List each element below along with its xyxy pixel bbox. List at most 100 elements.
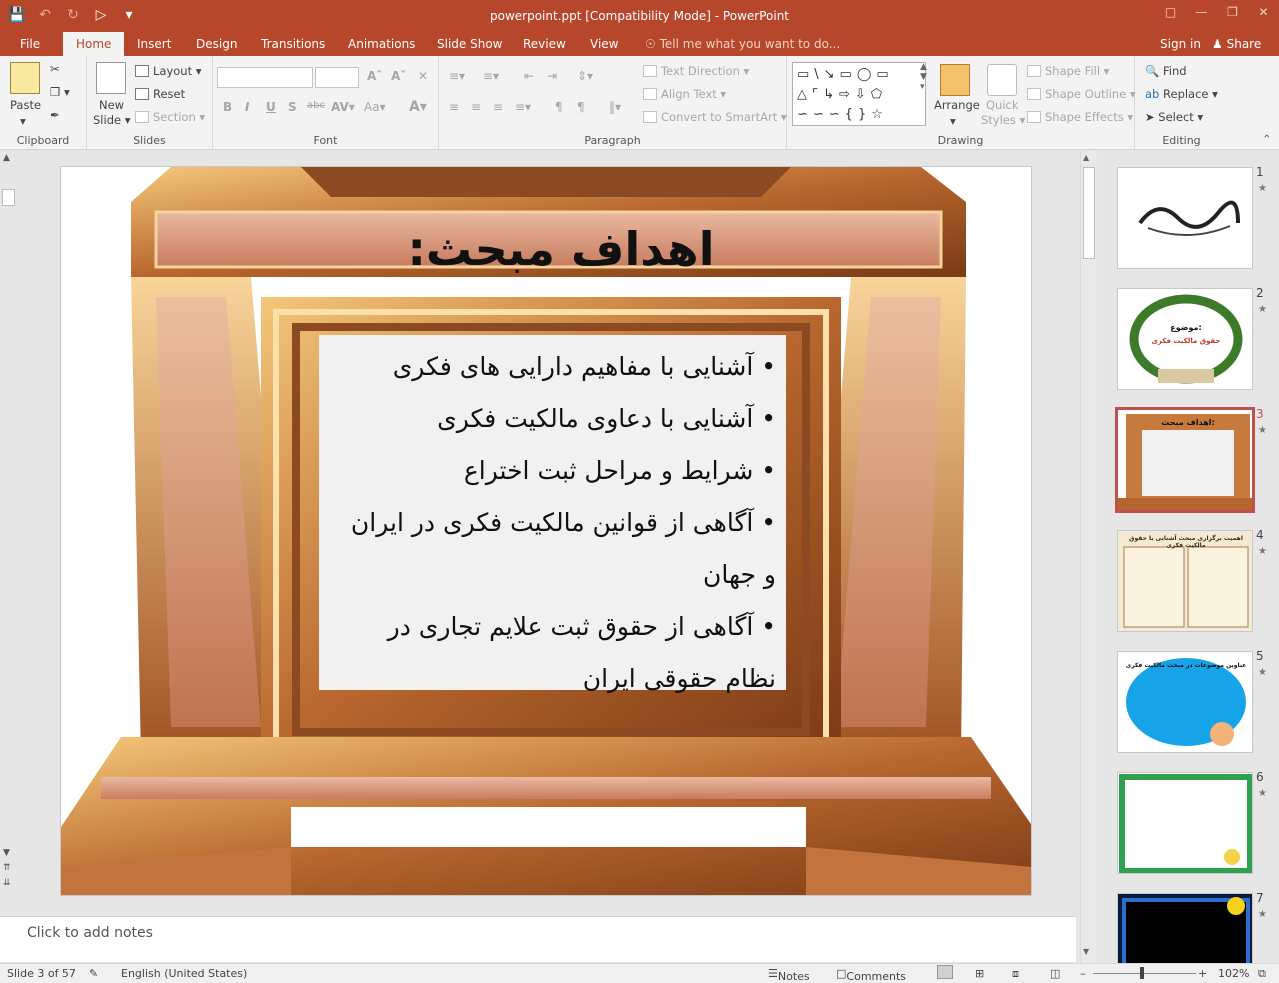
slide-thumbnail-2[interactable]: موضوع: حقوق مالکیت فکری (1117, 288, 1253, 390)
font-name-input[interactable] (217, 67, 313, 88)
left-scroll-thumb[interactable] (2, 189, 15, 206)
zoom-out-icon[interactable]: – (1080, 967, 1086, 980)
character-spacing-icon[interactable]: AV▾ (331, 100, 355, 114)
notes-toggle[interactable]: ☰ Notes (768, 967, 810, 983)
paste-dropdown-icon[interactable]: ▾ (20, 114, 26, 128)
clear-formatting-icon[interactable]: ✕ (418, 69, 428, 83)
scrollbar-thumb[interactable] (1083, 167, 1095, 259)
text-direction-button[interactable]: Text Direction ▾ (643, 64, 749, 78)
current-slide[interactable]: اهداف مبحث: • آشنایی با مفاهیم دارایی ها… (60, 166, 1032, 896)
tab-home[interactable]: Home (63, 32, 125, 56)
tab-view[interactable]: View (590, 32, 618, 56)
slide-thumbnail-7[interactable] (1117, 893, 1253, 963)
arrange-dropdown-icon[interactable]: ▾ (950, 114, 956, 128)
find-button[interactable]: 🔍 Find (1145, 64, 1187, 78)
previous-slide-icon[interactable]: ⇈ (3, 863, 11, 873)
font-size-input[interactable] (315, 67, 359, 88)
minimize-icon[interactable]: — (1186, 0, 1217, 26)
normal-view-icon[interactable] (937, 965, 953, 979)
scrollbar-down-icon[interactable]: ▼ (1083, 947, 1089, 956)
layout-button[interactable]: Layout ▾ (135, 64, 202, 78)
shape-outline-button[interactable]: Shape Outline ▾ (1027, 87, 1136, 101)
arrange-button[interactable]: Arrange (934, 98, 980, 112)
slide-show-icon[interactable]: ◫ (1050, 967, 1060, 980)
new-slide-icon[interactable] (96, 62, 126, 94)
close-icon[interactable]: ✕ (1248, 0, 1279, 26)
tab-insert[interactable]: Insert (137, 32, 171, 56)
language-indicator[interactable]: English (United States) (121, 967, 247, 980)
section-button[interactable]: Section ▾ (135, 110, 205, 124)
line-spacing-icon[interactable]: ⇕▾ (577, 69, 593, 83)
replace-button[interactable]: ab Replace ▾ (1145, 87, 1218, 101)
scroll-down-arrow-icon[interactable]: ▼ (3, 848, 10, 858)
slide-sorter-icon[interactable]: ⊞ (975, 967, 984, 980)
ltr-icon[interactable]: ¶ (577, 100, 585, 114)
slide-bullet-list[interactable]: • آشنایی با مفاهیم دارایی های فکری • آشن… (336, 341, 776, 705)
bold-icon[interactable]: B (223, 100, 232, 114)
slide-thumbnail-4[interactable]: اهمیت برگزاری مبحث آشنایی با حقوق مالکیت… (1117, 530, 1253, 632)
align-right-icon[interactable]: ≡ (493, 100, 503, 114)
share-button[interactable]: ♟ Share (1212, 32, 1261, 56)
tab-slide-show[interactable]: Slide Show (437, 32, 502, 56)
change-case-icon[interactable]: Aa▾ (364, 100, 386, 114)
fit-to-window-icon[interactable]: ⧉ (1258, 967, 1266, 981)
slide-thumbnail-5[interactable]: عناوین موضوعات در مبحث مالکیت فکری (1117, 651, 1253, 753)
paste-button[interactable]: Paste (10, 98, 41, 112)
justify-icon[interactable]: ≡▾ (515, 100, 531, 114)
reading-view-icon[interactable]: ⧈ (1012, 967, 1019, 981)
scroll-up-arrow-icon[interactable]: ▲ (3, 153, 10, 163)
shapes-gallery[interactable]: ▭\↘▭◯▭ △⌜↳⇨⇩⬠ ∽∽∽{}☆ (792, 62, 926, 126)
copy-icon[interactable]: ❐ ▾ (50, 85, 70, 99)
decrease-indent-icon[interactable]: ⇤ (524, 69, 534, 83)
sign-in-link[interactable]: Sign in (1160, 32, 1201, 56)
reset-button[interactable]: Reset (135, 87, 185, 101)
zoom-in-icon[interactable]: + (1198, 967, 1207, 980)
zoom-slider-handle[interactable] (1140, 967, 1144, 979)
rtl-icon[interactable]: ¶ (555, 100, 563, 114)
tell-me-box[interactable]: ☉ Tell me what you want to do... (645, 32, 840, 56)
comments-toggle[interactable]: □ Comments (836, 967, 906, 983)
underline-icon[interactable]: U (266, 100, 276, 114)
notes-pane[interactable]: Click to add notes (0, 916, 1076, 962)
shape-fill-button[interactable]: Shape Fill ▾ (1027, 64, 1109, 78)
align-text-button[interactable]: Align Text ▾ (643, 87, 726, 101)
notes-placeholder[interactable]: Click to add notes (27, 925, 153, 941)
quick-styles-button[interactable]: Styles ▾ (981, 113, 1025, 127)
shadow-icon[interactable]: S (288, 100, 297, 114)
spell-check-icon[interactable]: ✎ (89, 967, 98, 980)
strikethrough-icon[interactable]: abc (307, 100, 325, 111)
slide-thumbnail-6[interactable] (1117, 772, 1253, 874)
tab-animations[interactable]: Animations (348, 32, 415, 56)
font-color-icon[interactable]: A▾ (409, 99, 427, 115)
ribbon-display-options-icon[interactable]: □ (1155, 0, 1186, 26)
paste-icon[interactable] (10, 62, 40, 94)
increase-indent-icon[interactable]: ⇥ (547, 69, 557, 83)
slide-thumbnail-3[interactable]: اهداف مبحث: (1115, 407, 1255, 513)
new-slide-button[interactable]: Slide ▾ (93, 113, 131, 127)
numbering-icon[interactable]: ≡▾ (483, 69, 499, 83)
increase-font-icon[interactable]: Aˆ (367, 69, 382, 83)
convert-smartart-button[interactable]: Convert to SmartArt ▾ (643, 110, 787, 124)
restore-icon[interactable]: ❐ (1217, 0, 1248, 26)
tab-transitions[interactable]: Transitions (261, 32, 325, 56)
zoom-slider-track[interactable] (1093, 973, 1196, 974)
tab-design[interactable]: Design (196, 32, 237, 56)
collapse-ribbon-icon[interactable]: ⌃ (1262, 132, 1272, 146)
tab-file[interactable]: File (20, 32, 40, 56)
arrange-icon[interactable] (940, 64, 970, 96)
tab-review[interactable]: Review (523, 32, 566, 56)
gallery-scroll-icon[interactable]: ▲ ▼ ▾ (920, 62, 927, 92)
decrease-font-icon[interactable]: Aˇ (391, 69, 406, 83)
format-painter-icon[interactable]: ✒ (50, 108, 60, 122)
new-slide-label-1[interactable]: New (99, 98, 124, 112)
align-center-icon[interactable]: ≡ (471, 100, 481, 114)
slide-scrollbar[interactable]: ▲ ▼ (1080, 151, 1097, 963)
italic-icon[interactable]: I (245, 100, 249, 114)
cut-icon[interactable]: ✂ (50, 62, 60, 76)
columns-icon[interactable]: ‖▾ (609, 100, 621, 114)
zoom-level[interactable]: 102% (1218, 967, 1249, 980)
align-left-icon[interactable]: ≡ (449, 100, 459, 114)
shape-effects-button[interactable]: Shape Effects ▾ (1027, 110, 1133, 124)
scrollbar-up-icon[interactable]: ▲ (1083, 153, 1089, 162)
select-button[interactable]: ➤ Select ▾ (1145, 110, 1203, 124)
